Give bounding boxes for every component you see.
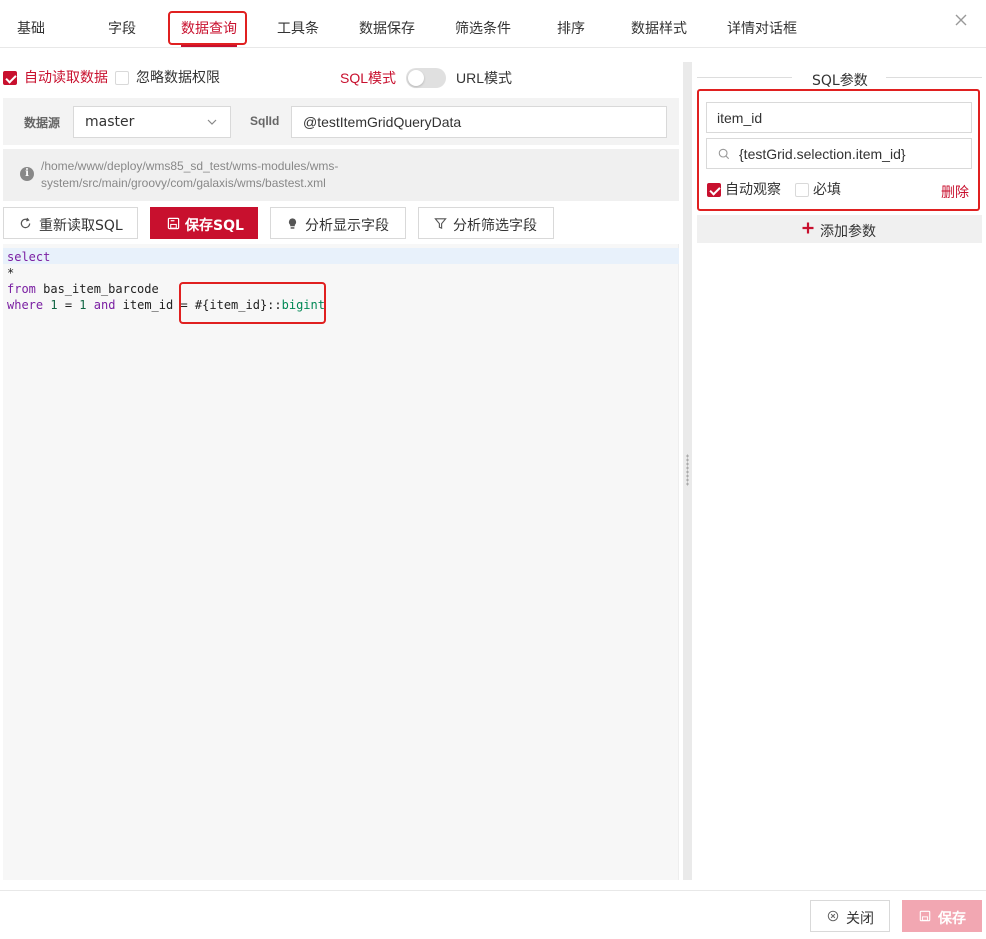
save-icon — [167, 217, 180, 230]
tab-bar: 基础 字段 数据查询 工具条 数据保存 筛选条件 排序 数据样式 详情对话框 — [0, 0, 986, 48]
code-line-1: select — [7, 249, 50, 265]
datasource-label: 数据源 — [24, 116, 61, 130]
tab-filter-conditions[interactable]: 筛选条件 — [455, 20, 511, 38]
save-sql-label: 保存SQL — [185, 218, 244, 234]
active-line-highlight — [3, 248, 679, 264]
analyze-display-fields-button[interactable]: 分析显示字段 — [270, 207, 406, 239]
sql-mode-label[interactable]: SQL模式 — [340, 70, 396, 86]
ignore-permission-checkbox[interactable] — [115, 71, 129, 85]
code-keyword: where — [7, 298, 44, 312]
active-tab-indicator — [181, 45, 237, 47]
save-button[interactable]: 保存 — [902, 900, 982, 932]
code-number: 1 — [79, 298, 87, 312]
plus-icon — [802, 222, 814, 234]
analyze-filter-fields-label: 分析筛选字段 — [453, 218, 537, 234]
param-expression-value: {testGrid.selection.item_id} — [739, 146, 906, 162]
auto-read-checkbox[interactable] — [3, 71, 17, 85]
splitter-grip-icon — [686, 454, 689, 486]
xml-path-line-1: /home/www/deploy/wms85_sd_test/wms-modul… — [41, 159, 339, 173]
tab-sort[interactable]: 排序 — [557, 20, 585, 38]
filter-icon — [434, 218, 447, 229]
code-line-2: * — [7, 265, 14, 281]
save-sql-button[interactable]: 保存SQL — [150, 207, 258, 239]
code-number: 1 — [50, 298, 58, 312]
add-param-label: 添加参数 — [820, 224, 876, 240]
param-expression-input[interactable]: {testGrid.selection.item_id} — [706, 138, 972, 169]
analyze-display-fields-label: 分析显示字段 — [305, 218, 389, 234]
annotation-highlight-tab — [168, 11, 247, 45]
title-divider-right — [886, 77, 982, 78]
reload-sql-label: 重新读取SQL — [39, 218, 123, 234]
save-icon — [919, 910, 931, 922]
tab-data-style[interactable]: 数据样式 — [631, 20, 687, 38]
sql-code-editor[interactable]: select * from bas_item_barcode where 1 =… — [3, 244, 679, 880]
close-icon[interactable] — [953, 12, 969, 28]
toggle-knob — [408, 70, 424, 86]
xml-path-line-2: system/src/main/groovy/com/galaxis/wms/b… — [41, 176, 326, 190]
close-label: 关闭 — [846, 911, 874, 927]
delete-param-link[interactable]: 删除 — [941, 182, 969, 202]
auto-watch-label[interactable]: 自动观察 — [725, 182, 781, 198]
close-button[interactable]: 关闭 — [810, 900, 890, 932]
mode-toggle-switch[interactable] — [406, 68, 446, 88]
code-text: = — [57, 298, 80, 312]
xml-path-info: i /home/www/deploy/wms85_sd_test/wms-mod… — [3, 149, 679, 201]
search-icon — [718, 148, 730, 160]
add-param-button[interactable]: 添加参数 — [697, 215, 982, 243]
auto-read-label[interactable]: 自动读取数据 — [24, 70, 108, 86]
param-name-input[interactable] — [706, 102, 972, 133]
info-icon: i — [20, 167, 34, 181]
required-label[interactable]: 必填 — [813, 182, 841, 198]
xml-path-text: /home/www/deploy/wms85_sd_test/wms-modul… — [41, 158, 481, 192]
code-line-3: from bas_item_barcode — [7, 281, 159, 297]
ignore-permission-label[interactable]: 忽略数据权限 — [136, 70, 220, 86]
required-checkbox[interactable] — [795, 183, 809, 197]
code-keyword: from — [7, 282, 36, 296]
refresh-icon — [20, 217, 31, 229]
tab-fields[interactable]: 字段 — [108, 20, 136, 38]
bulb-icon — [288, 218, 297, 229]
code-text: bas_item_barcode — [35, 282, 159, 296]
sql-params-title: SQL参数 — [812, 73, 868, 89]
annotation-highlight-param — [179, 282, 326, 324]
code-text: * — [7, 266, 15, 280]
url-mode-label[interactable]: URL模式 — [456, 70, 512, 86]
analyze-filter-fields-button[interactable]: 分析筛选字段 — [418, 207, 554, 239]
code-keyword: select — [7, 250, 51, 264]
tab-toolbar[interactable]: 工具条 — [277, 20, 319, 38]
datasource-select[interactable]: master — [73, 106, 231, 138]
sqlid-label: SqlId — [250, 114, 280, 128]
code-keyword: and — [93, 298, 116, 312]
panel-splitter[interactable] — [683, 62, 692, 880]
tab-detail-dialog[interactable]: 详情对话框 — [727, 20, 797, 38]
datasource-value: master — [85, 114, 135, 130]
close-circle-icon — [827, 910, 839, 922]
chevron-down-icon — [207, 119, 217, 125]
tab-data-save[interactable]: 数据保存 — [359, 20, 415, 38]
reload-sql-button[interactable]: 重新读取SQL — [3, 207, 138, 239]
tab-basic[interactable]: 基础 — [17, 20, 45, 38]
auto-watch-checkbox[interactable] — [707, 183, 721, 197]
sqlid-input[interactable] — [291, 106, 667, 138]
title-divider-left — [697, 77, 792, 78]
save-label: 保存 — [938, 911, 966, 927]
